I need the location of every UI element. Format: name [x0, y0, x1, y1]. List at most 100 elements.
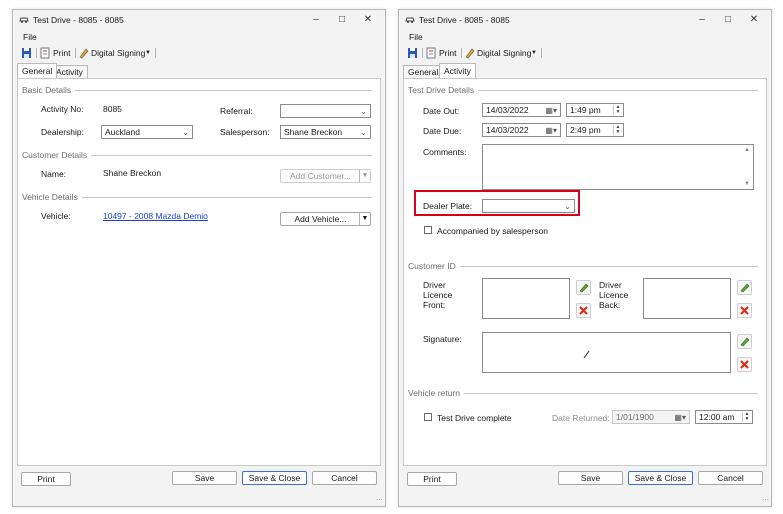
licence-back-image[interactable] — [643, 278, 731, 319]
date-due-picker[interactable]: 14/03/2022 ▦▾ — [482, 123, 561, 137]
dealership-dropdown[interactable]: Auckland ⌄ — [101, 125, 193, 139]
delete-icon — [740, 360, 749, 369]
close-button[interactable]: ✕ — [359, 13, 377, 27]
name-label: Name: — [41, 169, 67, 179]
scroll-up-icon[interactable]: ▲ — [744, 147, 750, 153]
resize-grip[interactable]: ⋯ — [376, 497, 383, 504]
comments-textarea[interactable]: ▲ ▼ — [482, 144, 754, 190]
resize-grip[interactable]: ⋯ — [762, 497, 769, 504]
spinner-icon[interactable]: ▲ ▼ — [613, 125, 622, 135]
activity-no-label: Activity No: — [41, 104, 84, 114]
delete-icon — [740, 306, 749, 315]
save-close-button[interactable]: Save & Close — [242, 471, 307, 485]
pencil-icon — [740, 337, 750, 347]
time-due-value: 2:49 pm — [570, 125, 601, 135]
dealership-label: Dealership: — [41, 127, 84, 137]
chevron-down-icon: ⌄ — [360, 128, 367, 137]
menu-file[interactable]: File — [23, 32, 37, 42]
print-button[interactable]: Print — [21, 472, 71, 486]
chevron-down-icon[interactable]: ▼ — [531, 47, 537, 59]
toolbar-digital-signing[interactable]: Digital Signing — [91, 47, 145, 59]
vehicle-label: Vehicle: — [41, 211, 71, 221]
tab-general[interactable]: General — [403, 65, 444, 78]
minimize-button[interactable]: – — [307, 13, 325, 27]
delete-licence-back-button[interactable] — [737, 303, 752, 318]
toolbar-print[interactable]: Print — [53, 47, 70, 59]
menu-file[interactable]: File — [409, 32, 423, 42]
signature-image[interactable] — [482, 332, 731, 373]
dealership-value: Auckland — [105, 127, 140, 137]
print-button[interactable]: Print — [407, 472, 457, 486]
window-title: Test Drive - 8085 - 8085 — [419, 15, 510, 25]
licence-back-label: Driver Licence Back: — [599, 280, 629, 310]
scroll-down-icon[interactable]: ▼ — [744, 181, 750, 187]
edit-licence-back-button[interactable] — [737, 280, 752, 295]
save-close-button[interactable]: Save & Close — [628, 471, 693, 485]
cancel-button[interactable]: Cancel — [698, 471, 763, 485]
toolbar-digital-signing[interactable]: Digital Signing — [477, 47, 531, 59]
signature-label: Signature: — [423, 334, 462, 344]
date-due-value: 14/03/2022 — [486, 125, 529, 135]
date-returned-picker: 1/01/1900 ▦▾ — [612, 410, 690, 424]
salesperson-label: Salesperson: — [220, 127, 270, 137]
minimize-button[interactable]: – — [693, 13, 711, 27]
delete-signature-button[interactable] — [737, 357, 752, 372]
pen-icon — [465, 48, 475, 59]
add-customer-button[interactable]: Add Customer... ▼ — [280, 169, 371, 183]
date-due-label: Date Due: — [423, 126, 462, 136]
activity-no-value: 8085 — [103, 104, 122, 114]
date-out-picker[interactable]: 14/03/2022 ▦▾ — [482, 103, 561, 117]
tab-activity[interactable]: Activity — [439, 63, 476, 78]
vehicle-link[interactable]: 10497 - 2008 Mazda Demio — [103, 211, 208, 221]
referral-dropdown[interactable]: ⌄ — [280, 104, 371, 118]
save-button[interactable]: Save — [172, 471, 237, 485]
time-due-picker[interactable]: 2:49 pm ▲ ▼ — [566, 123, 624, 137]
chevron-down-icon[interactable]: ▼ — [359, 213, 370, 225]
add-vehicle-button[interactable]: Add Vehicle... ▼ — [280, 212, 371, 226]
spinner-icon[interactable]: ▲ ▼ — [613, 105, 622, 115]
maximize-button[interactable]: □ — [333, 13, 351, 27]
section-customer-id: Customer ID — [408, 261, 460, 271]
delete-licence-front-button[interactable] — [576, 303, 591, 318]
chevron-down-icon[interactable]: ▼ — [359, 170, 370, 182]
time-out-picker[interactable]: 1:49 pm ▲ ▼ — [566, 103, 624, 117]
chevron-down-icon[interactable]: ▼ — [145, 47, 151, 59]
calendar-icon[interactable]: ▦▾ — [545, 125, 557, 136]
edit-signature-button[interactable] — [737, 334, 752, 349]
accompanied-checkbox[interactable] — [424, 226, 432, 234]
spinner-icon[interactable]: ▲ ▼ — [742, 412, 751, 422]
edit-licence-front-button[interactable] — [576, 280, 591, 295]
title-bar[interactable]: Test Drive - 8085 - 8085 – □ ✕ — [13, 10, 385, 30]
print-icon — [426, 47, 436, 59]
menu-bar: File — [399, 30, 771, 44]
pencil-icon — [579, 283, 589, 293]
save-icon[interactable] — [407, 47, 418, 59]
signature-stroke-icon — [583, 350, 590, 359]
time-returned-picker[interactable]: 12:00 am ▲ ▼ — [695, 410, 753, 424]
close-button[interactable]: ✕ — [745, 13, 763, 27]
section-vehicle-details: Vehicle Details — [22, 192, 82, 202]
salesperson-value: Shane Breckon — [284, 127, 343, 137]
licence-front-image[interactable] — [482, 278, 570, 319]
comments-label: Comments: — [423, 147, 467, 157]
salesperson-dropdown[interactable]: Shane Breckon ⌄ — [280, 125, 371, 139]
car-icon — [405, 17, 415, 23]
dealer-plate-highlight-box — [414, 190, 580, 216]
toolbar-separator — [75, 48, 76, 58]
calendar-icon[interactable]: ▦▾ — [545, 105, 557, 116]
tab-general[interactable]: General — [17, 63, 58, 78]
toolbar-print[interactable]: Print — [439, 47, 456, 59]
save-icon[interactable] — [21, 47, 32, 59]
section-test-drive-details: Test Drive Details — [408, 85, 479, 95]
time-returned-value: 12:00 am — [699, 412, 735, 422]
comments-scrollbar[interactable]: ▲ ▼ — [743, 146, 752, 188]
tab-strip: General Activity — [399, 63, 771, 79]
test-drive-complete-checkbox[interactable] — [424, 413, 432, 421]
cancel-button[interactable]: Cancel — [312, 471, 377, 485]
maximize-button[interactable]: □ — [719, 13, 737, 27]
title-bar[interactable]: Test Drive - 8085 - 8085 – □ ✕ — [399, 10, 771, 30]
footer: Print Save Save & Close Cancel — [399, 468, 771, 504]
menu-bar: File — [13, 30, 385, 44]
add-customer-label: Add Customer... — [290, 171, 351, 181]
save-button[interactable]: Save — [558, 471, 623, 485]
